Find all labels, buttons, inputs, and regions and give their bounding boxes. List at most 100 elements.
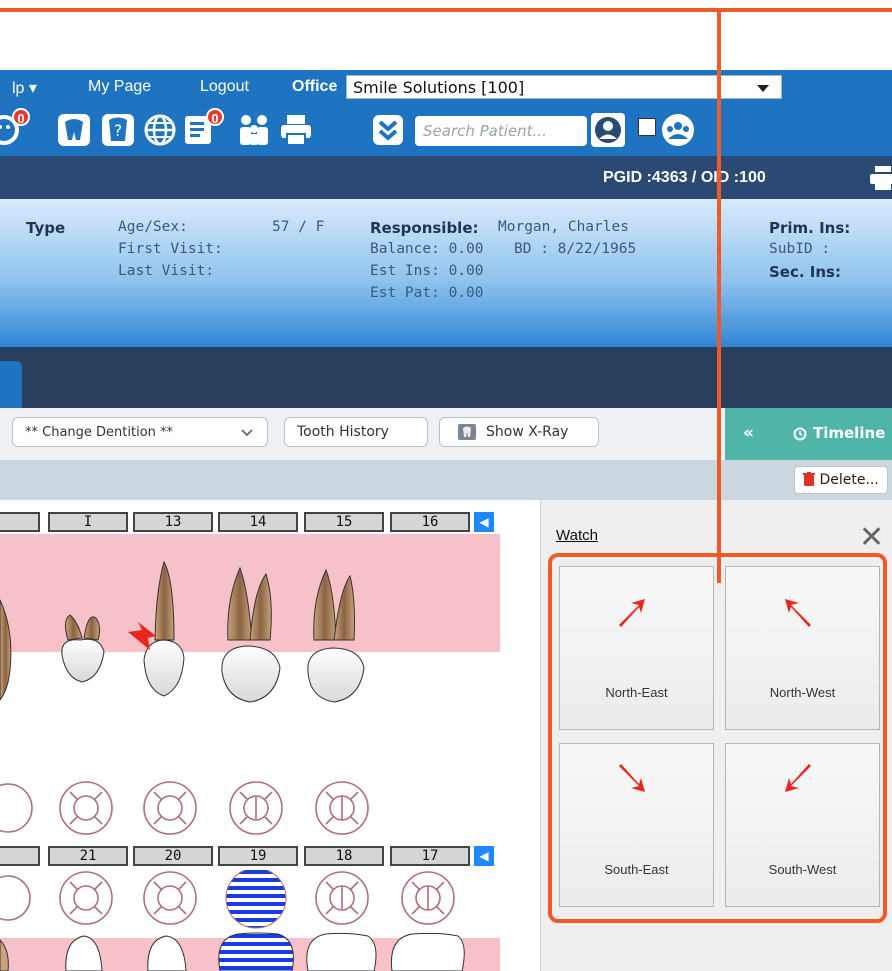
- notification-badge: 0: [12, 108, 30, 126]
- tooth-chart-icon[interactable]: [56, 112, 92, 148]
- tooth-number-cell[interactable]: [0, 846, 40, 866]
- birthdate-text: BD : 8/22/1965: [514, 241, 637, 257]
- patient-info-panel: Type Age/Sex: 57 / F First Visit: Last V…: [0, 199, 892, 347]
- tooth-number-cell[interactable]: 17: [390, 846, 470, 866]
- first-visit-label: First Visit:: [118, 241, 223, 257]
- checkbox[interactable]: [638, 118, 656, 136]
- north-east-button[interactable]: North-East: [559, 566, 714, 730]
- last-visit-label: Last Visit:: [118, 263, 215, 279]
- north-east-label: North-East: [605, 685, 668, 700]
- clock-icon: [793, 427, 807, 441]
- arrow-north-east-icon: [619, 599, 645, 627]
- chevron-down-icon: [241, 429, 253, 437]
- south-west-label: South-West: [768, 862, 837, 877]
- tooth-help-icon[interactable]: ?: [100, 112, 136, 148]
- age-sex-label: Age/Sex:: [118, 219, 188, 235]
- task-list-icon[interactable]: 0: [182, 108, 224, 148]
- arrow-south-west-icon: [785, 764, 811, 792]
- tooth-I: [61, 614, 105, 683]
- show-xray-label: Show X-Ray: [486, 424, 569, 440]
- dentition-select-value: ** Change Dentition **: [25, 425, 174, 440]
- north-west-label: North-West: [769, 685, 836, 700]
- pgid-text: PGID :4363 / OID :100: [603, 169, 766, 186]
- chevron-down-icon: [757, 85, 769, 92]
- trash-icon: [803, 472, 815, 486]
- tooth-13: [143, 560, 185, 697]
- type-label: Type: [26, 219, 66, 237]
- tooth-number-cell[interactable]: 19: [218, 846, 298, 866]
- print-icon[interactable]: [870, 166, 892, 190]
- tooth-history-button[interactable]: Tooth History: [284, 417, 428, 447]
- tooth-chart: I 13 14 15 16 ◀ 21 20 19 18 17 ◀: [0, 500, 540, 971]
- office-label: Office: [292, 78, 338, 95]
- office-select-value: Smile Solutions [100]: [353, 78, 525, 97]
- delete-button[interactable]: Delete...: [794, 466, 888, 494]
- upper-occlusal-row: [0, 781, 369, 835]
- arrow-north-west-icon: [785, 599, 811, 627]
- tooth-14: [221, 566, 281, 703]
- tooth-number-cell[interactable]: 16: [390, 512, 470, 532]
- chart-nav-left-icon[interactable]: ◀: [474, 512, 494, 532]
- est-ins-text: Est Ins: 0.00: [370, 263, 484, 279]
- age-sex-value: 57 / F: [272, 219, 325, 235]
- tooth-number-cell[interactable]: 15: [304, 512, 384, 532]
- search-placeholder: Search Patient...: [423, 122, 547, 140]
- patient-id-bar: PGID :4363 / OID :100: [0, 156, 892, 199]
- chart-nav-left-icon[interactable]: ◀: [474, 846, 494, 866]
- menu-bar: lp ▾ My Page Logout Office Smile Solutio…: [0, 70, 892, 104]
- south-east-button[interactable]: South-East: [559, 743, 714, 907]
- responsible-value: Morgan, Charles: [498, 219, 629, 235]
- balance-text: Balance: 0.00: [370, 241, 484, 257]
- change-dentition-select[interactable]: ** Change Dentition **: [12, 417, 268, 447]
- print-icon[interactable]: [278, 112, 314, 148]
- timeline-panel-tab[interactable]: « Timeline: [725, 408, 892, 460]
- responsible-label: Responsible:: [370, 219, 479, 237]
- est-pat-text: Est Pat: 0.00: [370, 285, 484, 301]
- user-search-icon[interactable]: [590, 112, 626, 148]
- svg-text:?: ?: [114, 121, 123, 140]
- active-tab[interactable]: [0, 361, 22, 408]
- subid-label: SubID :: [769, 241, 831, 257]
- south-west-button[interactable]: South-West: [725, 743, 880, 907]
- tooth-number-cell[interactable]: 18: [304, 846, 384, 866]
- tooth-15: [307, 568, 365, 703]
- search-patient-input[interactable]: Search Patient...: [415, 116, 587, 146]
- help-menu[interactable]: lp ▾: [12, 78, 37, 98]
- tooth-number-cell[interactable]: 21: [48, 846, 128, 866]
- tooth-number-cell[interactable]: 20: [133, 846, 213, 866]
- close-icon[interactable]: ✕: [859, 520, 884, 555]
- watch-title[interactable]: Watch: [556, 527, 598, 544]
- upper-teeth: [0, 560, 365, 703]
- prim-ins-label: Prim. Ins:: [769, 219, 851, 237]
- icon-toolbar: 0 ? 0 Search Patient...: [0, 104, 892, 156]
- lower-teeth: [0, 870, 500, 971]
- timeline-label: Timeline: [813, 424, 886, 442]
- tab-bar: [0, 347, 892, 408]
- tooth-history-label: Tooth History: [297, 424, 389, 440]
- group-icon[interactable]: [660, 112, 696, 148]
- arrow-south-east-icon: [619, 764, 645, 792]
- logout-link[interactable]: Logout: [200, 78, 249, 96]
- tooth-number-cell[interactable]: 13: [133, 512, 213, 532]
- sec-ins-label: Sec. Ins:: [769, 263, 841, 281]
- sub-toolbar: Delete...: [0, 460, 892, 500]
- xray-icon: [458, 424, 476, 440]
- my-page-link[interactable]: My Page: [88, 78, 151, 96]
- tooth-number-cell[interactable]: 14: [218, 512, 298, 532]
- family-icon[interactable]: [236, 112, 272, 148]
- collapse-down-icon[interactable]: [370, 112, 406, 148]
- tooth-number-cell[interactable]: [0, 512, 40, 532]
- patient-alert-icon[interactable]: 0: [0, 108, 30, 148]
- show-xray-button[interactable]: Show X-Ray: [439, 417, 599, 447]
- delete-label: Delete...: [819, 472, 879, 488]
- globe-icon[interactable]: [142, 112, 178, 148]
- north-west-button[interactable]: North-West: [725, 566, 880, 730]
- south-east-label: South-East: [604, 862, 669, 877]
- callout-line-horizontal: [0, 8, 892, 12]
- collapse-icon[interactable]: «: [743, 423, 754, 443]
- callout-line-vertical: [717, 8, 721, 583]
- tooth-number-cell[interactable]: I: [48, 512, 128, 532]
- watch-panel: Watch ✕ North-East North-West South-East…: [540, 500, 892, 971]
- app-window: lp ▾ My Page Logout Office Smile Solutio…: [0, 70, 892, 971]
- chart-toolbar: ** Change Dentition ** Tooth History Sho…: [0, 408, 892, 460]
